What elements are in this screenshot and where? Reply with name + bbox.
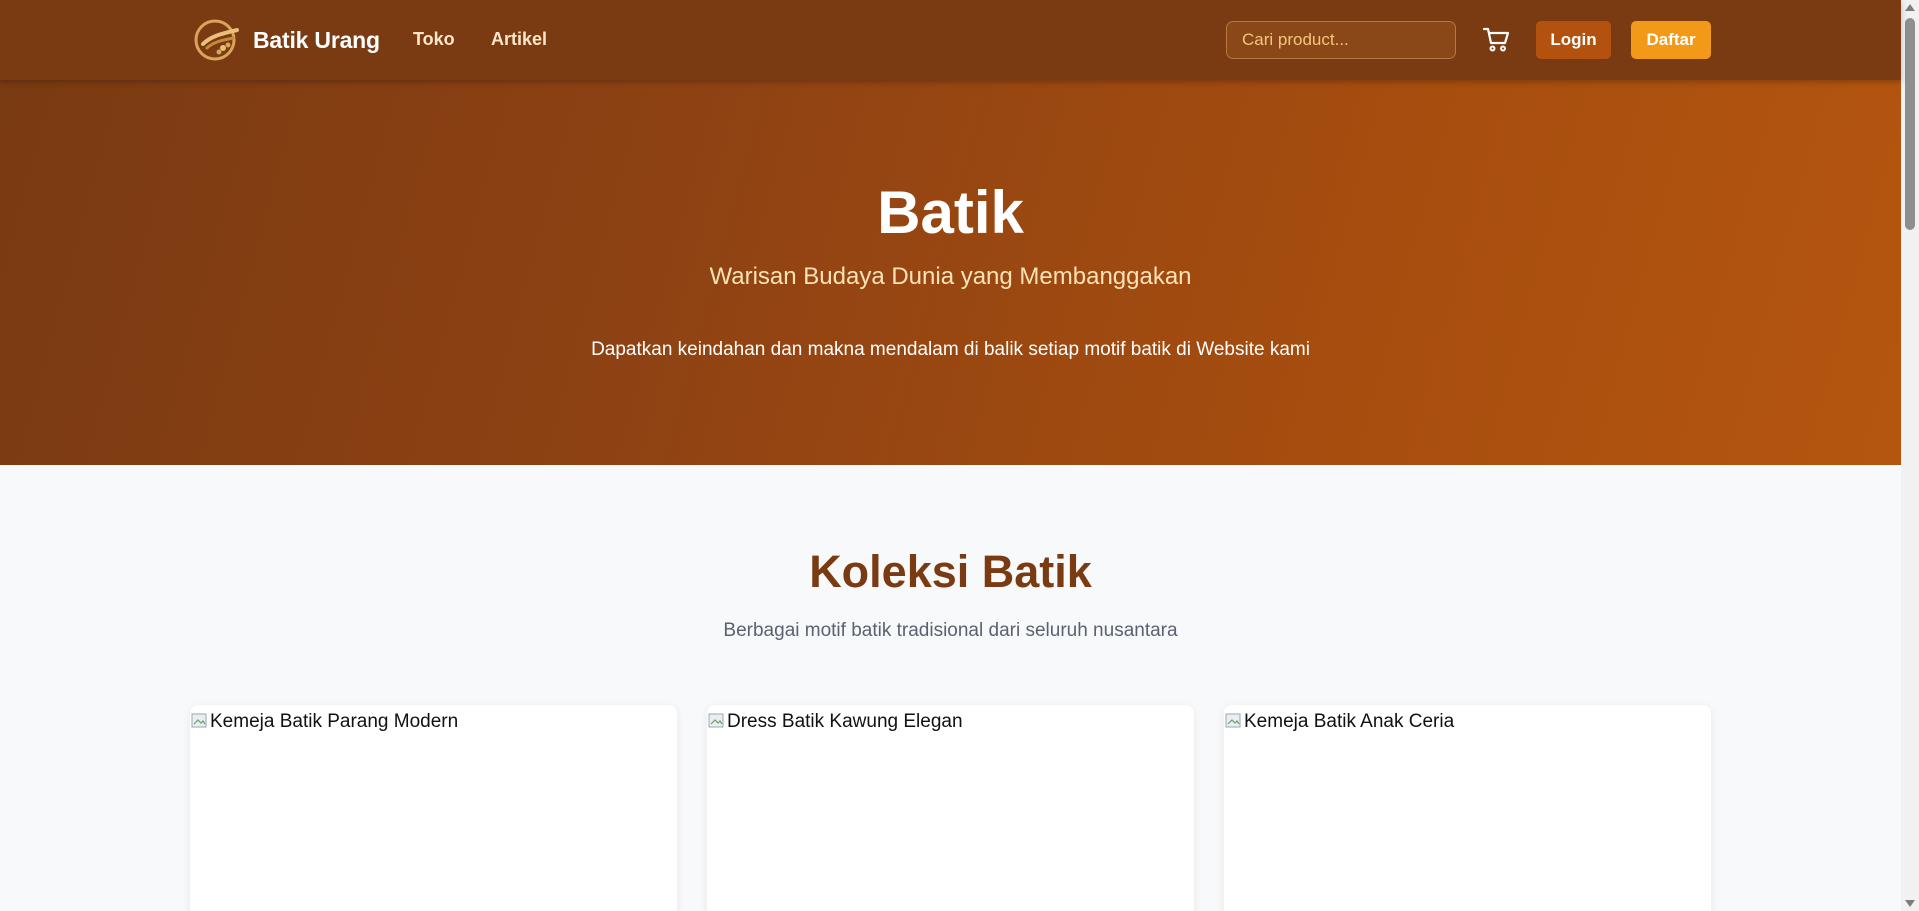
- product-image-alt: Kemeja Batik Parang Modern: [210, 711, 459, 732]
- brand-logo-link[interactable]: Batik Urang: [193, 18, 380, 62]
- product-card[interactable]: Dress Batik Kawung Elegan: [707, 705, 1194, 911]
- scroll-down-arrow-icon[interactable]: [1905, 900, 1915, 907]
- scrollbar-thumb[interactable]: [1905, 18, 1915, 230]
- broken-image-icon: [1225, 713, 1241, 728]
- search-input[interactable]: [1242, 30, 1463, 50]
- vertical-scrollbar[interactable]: [1901, 0, 1919, 911]
- hero-description: Dapatkan keindahan dan makna mendalam di…: [591, 339, 1310, 360]
- broken-image-icon: [708, 713, 724, 728]
- navbar: Batik Urang Toko Artikel Login Daftar: [0, 0, 1901, 80]
- shopping-cart-icon[interactable]: [1481, 24, 1511, 54]
- nav-link-toko[interactable]: Toko: [413, 29, 455, 50]
- hero-title: Batik: [877, 179, 1024, 246]
- product-image[interactable]: Kemeja Batik Parang Modern: [190, 705, 677, 733]
- product-card[interactable]: Kemeja Batik Anak Ceria: [1224, 705, 1711, 911]
- register-button[interactable]: Daftar: [1631, 21, 1711, 59]
- product-image[interactable]: Dress Batik Kawung Elegan: [707, 705, 1194, 733]
- product-card[interactable]: Kemeja Batik Parang Modern: [190, 705, 677, 911]
- batik-logo-icon: [194, 19, 239, 61]
- brand-name: Batik Urang: [253, 26, 380, 53]
- nav-link-artikel[interactable]: Artikel: [491, 29, 547, 50]
- broken-image-icon: [191, 713, 207, 728]
- product-image-alt: Dress Batik Kawung Elegan: [727, 711, 963, 732]
- hero-subtitle: Warisan Budaya Dunia yang Membanggakan: [709, 263, 1192, 290]
- collection-title: Koleksi Batik: [809, 546, 1092, 597]
- collection-subtitle: Berbagai motif batik tradisional dari se…: [723, 620, 1178, 641]
- product-image[interactable]: Kemeja Batik Anak Ceria: [1224, 705, 1711, 733]
- scroll-up-arrow-icon[interactable]: [1905, 4, 1915, 11]
- search-box: [1226, 21, 1463, 59]
- product-image-alt: Kemeja Batik Anak Ceria: [1244, 711, 1455, 732]
- login-button[interactable]: Login: [1536, 21, 1611, 59]
- hero-section: Batik Warisan Budaya Dunia yang Membangg…: [0, 80, 1901, 465]
